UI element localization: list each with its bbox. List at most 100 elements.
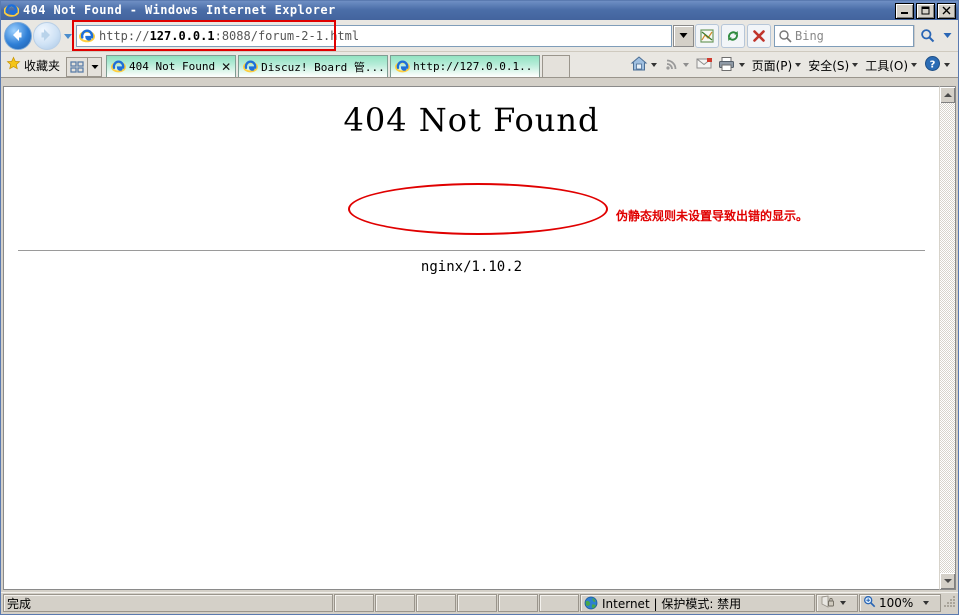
chevron-down-icon[interactable] bbox=[682, 63, 689, 67]
internet-zone-icon bbox=[584, 596, 598, 610]
search-input[interactable]: Bing bbox=[774, 24, 914, 47]
help-button[interactable]: ? bbox=[922, 54, 955, 76]
chevron-down-icon[interactable] bbox=[738, 63, 745, 67]
privacy-report-icon bbox=[820, 594, 837, 612]
mail-icon bbox=[696, 57, 714, 74]
home-icon bbox=[630, 55, 648, 75]
zoom-level-text: 100% bbox=[879, 596, 914, 610]
close-button[interactable] bbox=[937, 2, 956, 19]
tools-menu[interactable]: 工具(O) bbox=[863, 54, 922, 76]
print-button[interactable] bbox=[716, 54, 750, 76]
page-menu-label: 页面(P) bbox=[751, 58, 793, 73]
page-title: 404 Not Found bbox=[343, 101, 600, 139]
safety-menu-label: 安全(S) bbox=[808, 58, 850, 73]
address-host: 127.0.0.1 bbox=[149, 28, 215, 43]
chevron-down-icon[interactable] bbox=[650, 63, 657, 67]
compatibility-view-icon[interactable] bbox=[695, 23, 719, 48]
ie-logo-icon bbox=[243, 59, 259, 74]
resize-grip-icon[interactable] bbox=[943, 594, 957, 612]
window-title: 404 Not Found - Windows Internet Explore… bbox=[23, 3, 336, 17]
address-text: http://127.0.0.1:8088/forum-2-1.html bbox=[99, 29, 359, 43]
ie-logo-icon bbox=[111, 59, 127, 74]
tab-label: 404 Not Found bbox=[129, 60, 216, 73]
status-cell-6 bbox=[539, 594, 579, 612]
tab-label: Discuz! Board 管... bbox=[261, 60, 384, 74]
help-icon: ? bbox=[924, 55, 941, 75]
annotation-text: 伪静态规则未设置导致出错的显示。 bbox=[616, 209, 809, 223]
quick-tabs-dropdown-icon[interactable] bbox=[88, 57, 103, 77]
chevron-down-icon[interactable] bbox=[911, 63, 917, 67]
status-cell-1 bbox=[334, 594, 374, 612]
search-go-button[interactable] bbox=[914, 24, 939, 47]
ie-logo-icon bbox=[3, 3, 20, 18]
favorites-button[interactable]: 收藏夹 bbox=[4, 53, 66, 77]
zoom-icon bbox=[863, 595, 876, 611]
tab-localhost[interactable]: http://127.0.0.1... bbox=[390, 55, 541, 77]
page-menu[interactable]: 页面(P) bbox=[750, 54, 807, 76]
search-text: Bing bbox=[795, 28, 824, 43]
rss-feed-icon bbox=[664, 56, 680, 75]
chevron-down-icon[interactable] bbox=[852, 63, 859, 67]
back-arrow-icon[interactable] bbox=[4, 21, 32, 50]
status-cell-3 bbox=[416, 594, 456, 612]
feeds-button[interactable] bbox=[662, 54, 694, 76]
status-cell-5 bbox=[498, 594, 538, 612]
status-message-text: 完成 bbox=[7, 596, 32, 611]
new-tab-button[interactable] bbox=[542, 55, 571, 77]
ie-logo-icon bbox=[79, 28, 95, 44]
tab-404-not-found[interactable]: 404 Not Found ✕ bbox=[106, 55, 237, 77]
scroll-up-arrow-icon[interactable] bbox=[940, 87, 955, 103]
scrollbar-track[interactable] bbox=[940, 103, 955, 573]
refresh-icon[interactable] bbox=[721, 23, 745, 48]
chevron-down-icon[interactable] bbox=[923, 601, 930, 605]
zoom-level-button[interactable]: 100% bbox=[859, 594, 941, 612]
search-dropdown-icon[interactable] bbox=[939, 25, 955, 47]
horizontal-rule bbox=[18, 250, 925, 251]
address-input[interactable]: http://127.0.0.1:8088/forum-2-1.html bbox=[76, 24, 672, 47]
address-scheme: http:// bbox=[99, 28, 150, 43]
chevron-down-icon[interactable] bbox=[944, 63, 950, 67]
safety-menu[interactable]: 安全(S) bbox=[806, 54, 863, 76]
magnifier-icon bbox=[775, 26, 795, 46]
home-button[interactable] bbox=[628, 54, 662, 76]
history-dropdown-icon[interactable] bbox=[61, 23, 75, 49]
scroll-down-arrow-icon[interactable] bbox=[940, 573, 955, 589]
minimize-button[interactable] bbox=[895, 2, 914, 19]
print-icon bbox=[718, 56, 736, 75]
security-zone-text: Internet | 保护模式: 禁用 bbox=[602, 596, 742, 611]
server-signature: nginx/1.10.2 bbox=[420, 259, 523, 275]
svg-text:?: ? bbox=[930, 60, 936, 71]
status-cell-4 bbox=[457, 594, 497, 612]
command-bar: 页面(P) 安全(S) 工具(O) ? bbox=[628, 53, 955, 77]
address-toolbar: http://127.0.0.1:8088/forum-2-1.html Bin… bbox=[1, 19, 958, 52]
status-bar: 完成 Internet | 保护模式: 禁用 100% bbox=[1, 592, 958, 614]
privacy-report-button[interactable] bbox=[816, 594, 858, 612]
red-ellipse-annotation bbox=[348, 183, 608, 235]
window-controls bbox=[895, 2, 956, 19]
forward-arrow-icon[interactable] bbox=[33, 21, 61, 50]
stop-icon[interactable] bbox=[747, 23, 771, 48]
tab-discuz-board[interactable]: Discuz! Board 管... bbox=[238, 55, 389, 77]
page-area: 404 Not Found 伪静态规则未设置导致出错的显示。 nginx/1.1… bbox=[1, 85, 958, 592]
vertical-scrollbar[interactable] bbox=[939, 86, 956, 590]
status-message: 完成 bbox=[3, 594, 333, 612]
document-body: 404 Not Found 伪静态规则未设置导致出错的显示。 nginx/1.1… bbox=[3, 86, 939, 590]
tab-label: http://127.0.0.1... bbox=[413, 60, 536, 73]
star-icon bbox=[6, 56, 21, 74]
tab-close-icon[interactable]: ✕ bbox=[221, 61, 231, 73]
address-dropdown-button[interactable] bbox=[673, 24, 694, 47]
maximize-button[interactable] bbox=[916, 2, 935, 19]
chevron-down-icon[interactable] bbox=[795, 63, 802, 67]
tab-bar: 收藏夹 404 Not Found ✕ Discuz! Board 管... h… bbox=[1, 52, 958, 78]
mail-button[interactable] bbox=[694, 54, 716, 76]
security-zone[interactable]: Internet | 保护模式: 禁用 bbox=[580, 594, 815, 612]
tools-menu-label: 工具(O) bbox=[865, 58, 908, 73]
quick-tabs-icon[interactable] bbox=[66, 57, 89, 77]
status-cell-2 bbox=[375, 594, 415, 612]
browser-window: 404 Not Found - Windows Internet Explore… bbox=[0, 0, 959, 615]
favorites-label: 收藏夹 bbox=[24, 58, 61, 73]
address-path: :8088/forum-2-1.html bbox=[214, 28, 360, 43]
ie-logo-icon bbox=[395, 59, 411, 74]
address-bar-wrapper: http://127.0.0.1:8088/forum-2-1.html bbox=[72, 19, 672, 51]
chevron-down-icon[interactable] bbox=[840, 601, 846, 605]
